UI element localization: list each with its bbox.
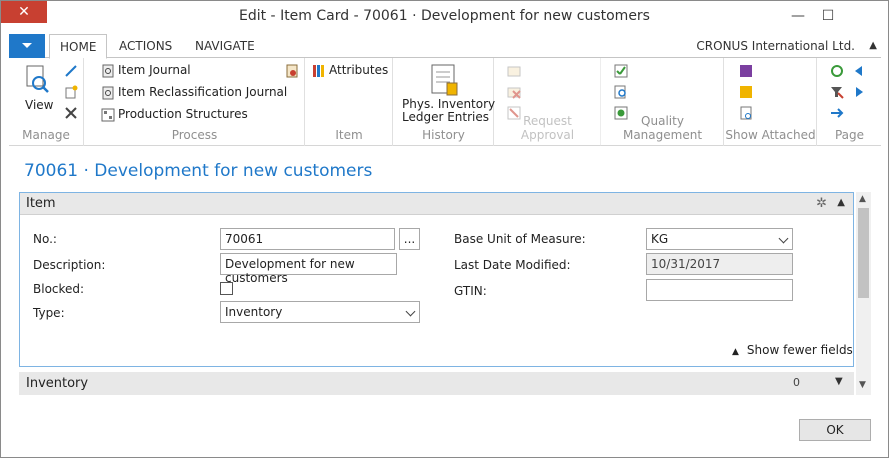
page-title: 70061 · Development for new customers	[24, 161, 373, 181]
ribbon: View Manage Item Journal Item Reclassifi…	[9, 58, 881, 146]
quality-check-icon[interactable]	[614, 64, 628, 78]
description-field[interactable]: Development for new customers	[220, 253, 397, 285]
ribbon-tabs: HOME ACTIONS NAVIGATE CRONUS Internation…	[9, 34, 881, 59]
last-modified-field: 10/31/2017	[646, 253, 793, 275]
group-label-manage: Manage	[22, 128, 70, 142]
item-fasttab: Item ✲ ▲ No.: 70061 ... Description: Dev…	[19, 192, 854, 367]
last-modified-label: Last Date Modified:	[454, 258, 571, 272]
no-field[interactable]: 70061	[220, 228, 395, 250]
type-select[interactable]: Inventory	[220, 301, 420, 323]
group-item: Attributes Item	[306, 58, 393, 146]
group-label-page: Page	[834, 128, 865, 142]
new-icon[interactable]	[64, 85, 78, 99]
item-fasttab-title: Item	[26, 196, 56, 211]
group-label-process: Process	[171, 128, 218, 142]
group-label-quality-management: Quality Management	[622, 114, 703, 142]
attributes-button[interactable]: Attributes	[329, 63, 388, 77]
chevron-down-icon	[778, 233, 789, 244]
links-icon[interactable]	[739, 106, 753, 120]
item-journal-button[interactable]: Item Journal	[118, 63, 191, 77]
gtin-field[interactable]	[646, 279, 793, 301]
type-label: Type:	[33, 306, 65, 320]
edit-icon[interactable]	[64, 64, 78, 78]
maximize-button[interactable]: ☐	[815, 5, 841, 27]
notes-icon[interactable]	[739, 85, 753, 99]
group-show-attached: Show Attached	[725, 58, 817, 146]
tab-navigate[interactable]: NAVIGATE	[185, 34, 265, 58]
description-label: Description:	[33, 258, 106, 272]
reclass-journal-icon	[101, 86, 115, 100]
base-uom-value: KG	[651, 232, 669, 246]
view-label[interactable]: View	[25, 98, 53, 112]
group-process: Item Journal Item Reclassification Journ…	[85, 58, 305, 146]
collapse-icon[interactable]: ▲	[837, 197, 845, 208]
blocked-label: Blocked:	[33, 282, 85, 296]
title-bar: Edit - Item Card - 70061 · Development f…	[1, 1, 888, 33]
quality-search-icon[interactable]	[614, 85, 628, 99]
group-quality-management: Quality Management	[602, 58, 724, 146]
production-structures-icon	[101, 108, 115, 122]
delete-icon[interactable]	[64, 106, 78, 120]
inventory-fasttab-header[interactable]: Inventory 0 ▼	[19, 372, 854, 395]
gtin-label: GTIN:	[454, 284, 487, 298]
scroll-up-icon[interactable]: ▲	[859, 194, 866, 204]
no-label: No.:	[33, 232, 57, 246]
base-uom-label: Base Unit of Measure:	[454, 232, 586, 246]
ok-button[interactable]: OK	[799, 419, 871, 441]
minimize-button[interactable]: —	[785, 5, 811, 27]
process-extra-icon[interactable]	[285, 64, 299, 78]
scroll-down-icon[interactable]: ▼	[859, 380, 866, 390]
group-history: Phys. Inventory Ledger Entries History	[394, 58, 495, 146]
view-button[interactable]	[19, 64, 51, 96]
item-fasttab-header[interactable]: Item ✲ ▲	[20, 193, 853, 215]
view-icon	[26, 65, 49, 93]
group-page: Page	[818, 58, 881, 146]
cancel-approval-icon[interactable]	[507, 85, 521, 99]
group-label-history: History	[422, 128, 465, 142]
journal-icon	[101, 64, 115, 78]
clear-filter-icon[interactable]	[830, 85, 844, 99]
refresh-icon[interactable]	[830, 64, 844, 78]
scrollbar-thumb[interactable]	[858, 208, 869, 298]
inventory-summary: 0	[793, 376, 800, 389]
base-uom-select[interactable]: KG	[646, 228, 793, 250]
group-label-request-approval: Request Approval	[520, 114, 575, 142]
chevron-down-icon	[22, 43, 32, 48]
ledger-entries-icon[interactable]	[430, 63, 460, 97]
inventory-title: Inventory	[26, 376, 89, 391]
production-structures-button[interactable]: Production Structures	[118, 107, 248, 121]
expand-icon[interactable]: ▼	[835, 376, 843, 387]
attributes-icon	[312, 64, 326, 78]
gear-icon[interactable]: ✲	[816, 196, 827, 211]
tab-actions[interactable]: ACTIONS	[109, 34, 182, 58]
go-to-icon[interactable]	[830, 106, 844, 120]
chevron-up-icon: ▲	[732, 347, 739, 357]
show-fewer-label: Show fewer fields	[746, 343, 853, 357]
chevron-down-icon	[405, 306, 416, 317]
send-approval-icon[interactable]	[507, 64, 521, 78]
window-title: Edit - Item Card - 70061 · Development f…	[239, 8, 650, 24]
tab-home[interactable]: HOME	[49, 34, 108, 59]
assist-edit-button[interactable]: ...	[399, 228, 420, 250]
type-value: Inventory	[225, 305, 283, 319]
application-menu-button[interactable]	[9, 34, 45, 58]
phys-inventory-line2: Ledger Entries	[402, 110, 490, 124]
company-name[interactable]: CRONUS International Ltd.	[696, 34, 855, 58]
group-label-item: Item	[335, 128, 363, 142]
window: Edit - Item Card - 70061 · Development f…	[0, 0, 889, 458]
collapse-ribbon-icon[interactable]: ▲	[869, 40, 877, 51]
show-fewer-fields-link[interactable]: ▲ Show fewer fields	[732, 343, 853, 357]
vertical-scrollbar[interactable]: ▲ ▼	[856, 192, 871, 395]
blocked-checkbox[interactable]	[220, 282, 233, 295]
previous-icon[interactable]	[852, 64, 866, 78]
next-icon[interactable]	[852, 85, 866, 99]
group-manage: View Manage	[9, 58, 84, 146]
group-label-show-attached: Show Attached	[725, 128, 816, 142]
item-reclass-journal-button[interactable]: Item Reclassification Journal	[118, 85, 287, 99]
phys-inventory-ledger-button[interactable]: Phys. Inventory Ledger Entries	[402, 98, 495, 124]
onenote-icon[interactable]	[739, 64, 753, 78]
group-request-approval: Request Approval	[495, 58, 601, 146]
